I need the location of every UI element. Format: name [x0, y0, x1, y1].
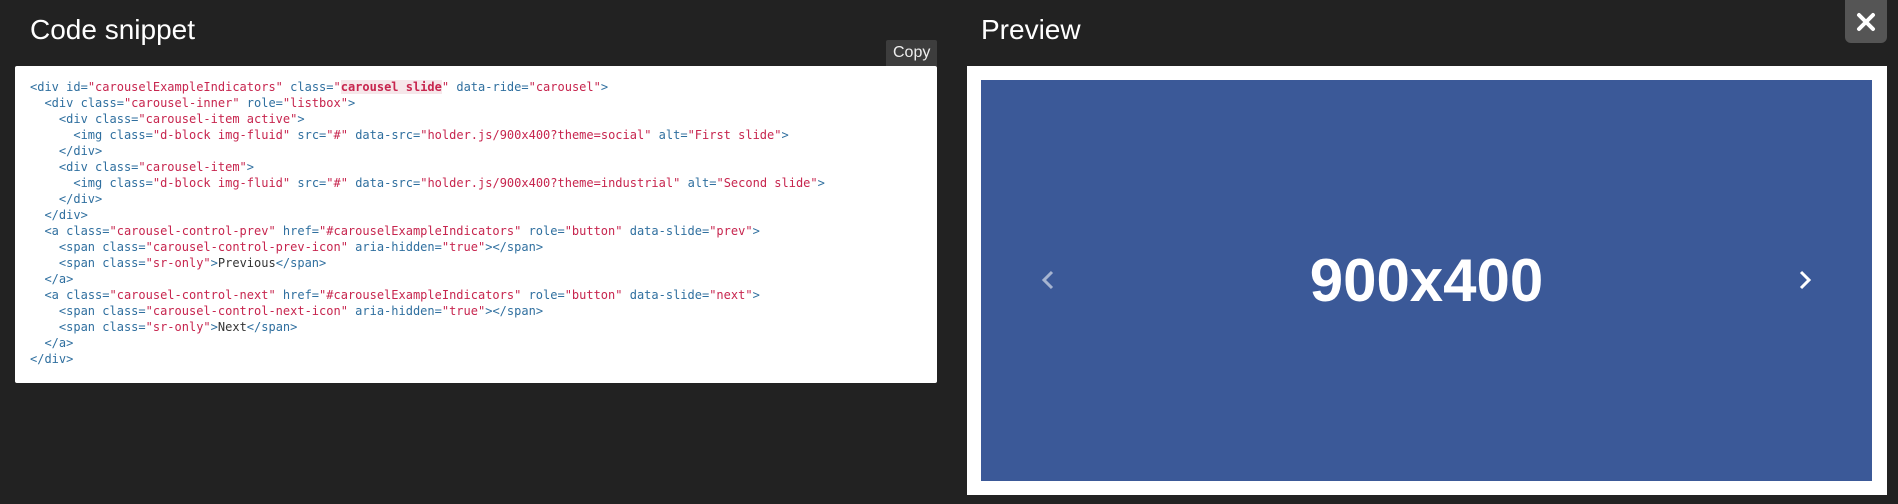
- code-line: <img class="d-block img-fluid" src="#" d…: [73, 128, 789, 142]
- code-line: </div>: [58, 144, 103, 158]
- copy-button[interactable]: Copy: [886, 40, 938, 66]
- code-line: <div id="carouselExampleIndicators" clas…: [30, 80, 609, 94]
- close-button[interactable]: [1845, 0, 1887, 43]
- carousel-prev-button[interactable]: [1033, 260, 1063, 300]
- code-content: <div id="carouselExampleIndicators" clas…: [30, 79, 922, 367]
- code-line: </div>: [30, 352, 74, 366]
- close-icon: [1857, 12, 1875, 31]
- code-line: </div>: [58, 192, 103, 206]
- code-snippet-title: Code snippet: [30, 14, 196, 45]
- code-line: <img class="d-block img-fluid" src="#" d…: [73, 176, 825, 190]
- preview-panel: 900x400: [967, 66, 1887, 495]
- code-line: </a>: [44, 336, 74, 350]
- carousel-slide: 900x400: [981, 80, 1872, 481]
- carousel-next-button[interactable]: [1790, 260, 1820, 300]
- preview-title: Preview: [981, 14, 1081, 45]
- code-line: <span class="sr-only">Previous</span>: [58, 256, 327, 270]
- code-line: <span class="carousel-control-prev-icon"…: [58, 240, 544, 254]
- code-line: <span class="sr-only">Next</span>: [58, 320, 298, 334]
- code-line: <a class="carousel-control-prev" href="#…: [44, 224, 760, 238]
- chevron-left-icon: [1041, 270, 1054, 290]
- code-line: <span class="carousel-control-next-icon"…: [58, 304, 544, 318]
- code-line: </a>: [44, 272, 74, 286]
- code-line: <div class="carousel-item">: [58, 160, 255, 174]
- slide-placeholder-text: 900x400: [1309, 247, 1544, 314]
- chevron-right-icon: [1799, 270, 1812, 290]
- code-line: <div class="carousel-item active">: [58, 112, 305, 126]
- code-line: <div class="carousel-inner" role="listbo…: [44, 96, 356, 110]
- code-line: <a class="carousel-control-next" href="#…: [44, 288, 760, 302]
- code-line: </div>: [44, 208, 88, 222]
- code-block: <div id="carouselExampleIndicators" clas…: [15, 66, 937, 383]
